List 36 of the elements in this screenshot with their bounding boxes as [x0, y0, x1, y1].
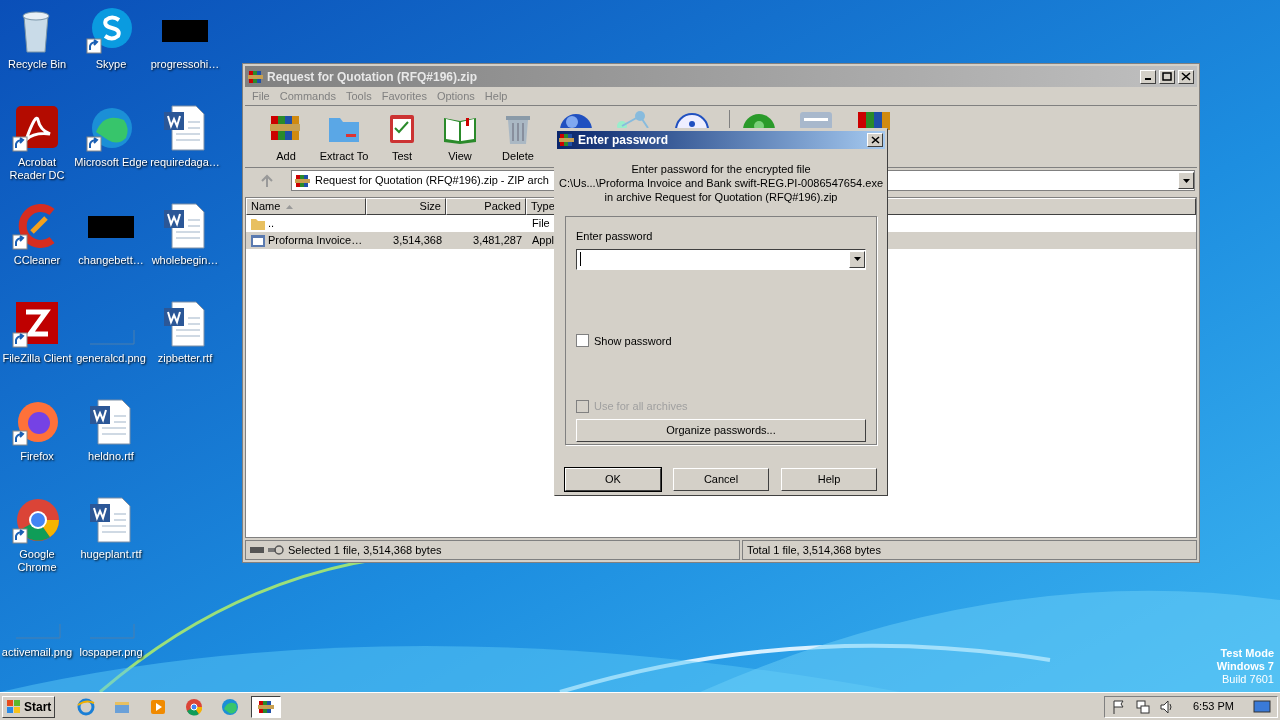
- desktop-icon-label: Skype: [94, 58, 128, 71]
- status-text: Selected 1 file, 3,514,368 bytes: [288, 542, 442, 558]
- desktop-icon-label: zipbetter.rtf: [156, 352, 214, 365]
- table-cell-text: File: [531, 216, 550, 232]
- window-title: Request for Quotation (RFQ#196).zip: [267, 68, 478, 86]
- desktop-icon-label: lospaper.png: [78, 646, 144, 659]
- checkbox-label: Show password: [594, 333, 672, 349]
- table-cell-text: Proforma Invoice…: [268, 233, 363, 249]
- table-cell-text: 3,514,368: [392, 233, 443, 249]
- desktop-icon-label: Google Chrome: [16, 548, 58, 574]
- status-text: Total 1 file, 3,514,368 bytes: [747, 542, 881, 558]
- system-watermark-text: Test Mode: [1220, 647, 1274, 660]
- dialog-message: Enter password for the encrypted file: [631, 162, 811, 176]
- desktop-icon-label: generalcd.png: [75, 352, 147, 365]
- system-watermark-text: Windows 7: [1216, 660, 1274, 673]
- desktop-icon-label: wholebegin…: [150, 254, 220, 267]
- desktop-icon-label: heldno.rtf: [87, 450, 135, 463]
- desktop-icon-label: hugeplant.rtf: [79, 548, 143, 561]
- dialog-message: C:\Us...\Proforma Invoice and Bank swift-REG.PI-0086547654.exe: [558, 176, 883, 190]
- desktop-icon-label: Microsoft Edge: [73, 156, 149, 169]
- system-watermark-text: Build 7601: [1222, 673, 1274, 686]
- desktop-icon-label: activemail.png: [0, 646, 74, 659]
- desktop-icon-label: Recycle Bin: [6, 58, 68, 71]
- table-cell-text: Appl: [531, 233, 555, 249]
- desktop-icon-label: progressohi…: [149, 58, 221, 71]
- dialog-message: in archive Request for Quotation (RFQ#196).zip: [604, 190, 838, 204]
- desktop-icon-label: CCleaner: [12, 254, 62, 267]
- dialog-title: Enter password: [578, 132, 670, 149]
- table-cell-text: 3,481,287: [472, 233, 523, 249]
- desktop-icon-label: FileZilla Client: [1, 352, 73, 365]
- table-cell-text: ..: [268, 216, 275, 232]
- field-label: Enter password: [576, 229, 654, 244]
- desktop-icon-label: changebett…: [77, 254, 145, 267]
- desktop-icon-label: Firefox: [19, 450, 55, 463]
- desktop-icon-label: requiredaga…: [149, 156, 221, 169]
- desktop-icon-label: Acrobat Reader DC: [8, 156, 66, 182]
